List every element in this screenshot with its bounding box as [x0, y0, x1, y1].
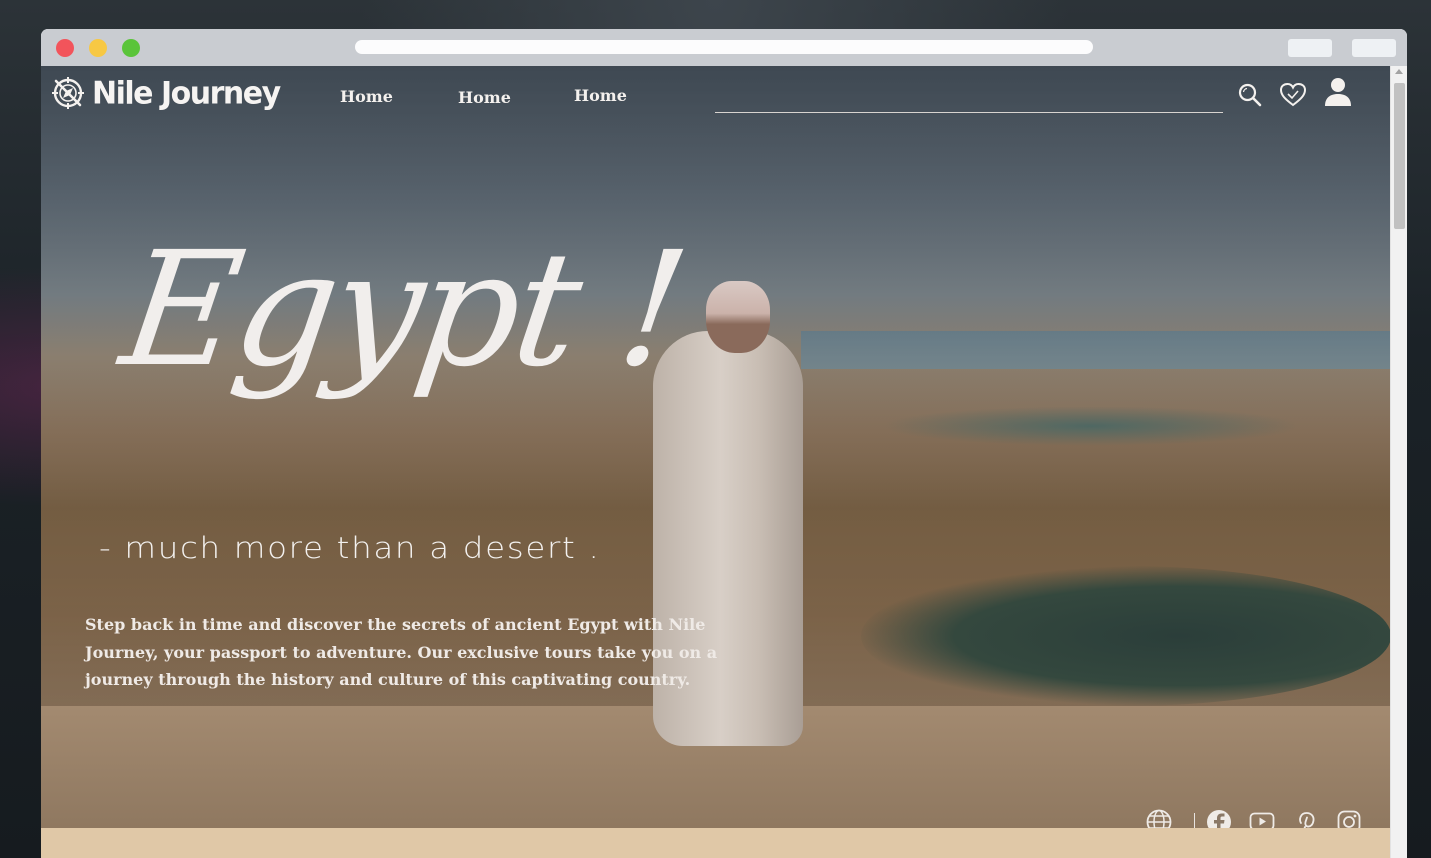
nav-link-home[interactable]: Home — [340, 87, 393, 106]
scrollbar-thumb[interactable] — [1394, 83, 1405, 229]
close-window-button[interactable] — [56, 39, 74, 57]
scroll-up-arrow-icon[interactable] — [1395, 69, 1403, 74]
hero-background-water — [881, 406, 1301, 446]
search-underline — [715, 112, 1223, 113]
search-button[interactable] — [1237, 82, 1263, 108]
hero-tagline: - much more than a desert . — [99, 531, 601, 565]
page-viewport: Nile Journey Home Home Home Egypt ! - mu… — [41, 66, 1390, 858]
hero-description: Step back in time and discover the secre… — [85, 615, 718, 689]
address-bar[interactable] — [355, 40, 1093, 54]
hero-background-lagoon — [861, 566, 1390, 706]
heart-icon — [1279, 82, 1307, 107]
nav-link-home[interactable]: Home — [458, 88, 511, 107]
nav-link-home[interactable]: Home — [574, 86, 627, 105]
browser-window: Nile Journey Home Home Home Egypt ! - mu… — [41, 29, 1407, 858]
toolbar-button[interactable] — [1352, 39, 1396, 57]
brand-logo[interactable]: Nile Journey — [50, 74, 281, 112]
toolbar-button[interactable] — [1288, 39, 1332, 57]
hero-section: Nile Journey Home Home Home Egypt ! - mu… — [41, 66, 1390, 839]
page-scrollbar[interactable] — [1390, 66, 1407, 858]
user-icon — [1325, 78, 1351, 106]
maximize-window-button[interactable] — [122, 39, 140, 57]
minimize-window-button[interactable] — [89, 39, 107, 57]
compass-icon — [52, 77, 84, 109]
browser-titlebar — [41, 29, 1407, 67]
next-section-band — [41, 828, 1390, 858]
brand-name: Nile Journey — [92, 74, 281, 112]
hero-person-head — [706, 281, 770, 353]
search-icon — [1238, 83, 1262, 107]
hero-headline: Egypt ! — [112, 218, 695, 402]
top-navigation: Nile Journey Home Home Home — [41, 66, 1390, 126]
account-button[interactable] — [1323, 76, 1353, 108]
hero-background-sea — [801, 331, 1390, 369]
favorites-button[interactable] — [1279, 81, 1307, 109]
search-input[interactable] — [715, 86, 1227, 114]
